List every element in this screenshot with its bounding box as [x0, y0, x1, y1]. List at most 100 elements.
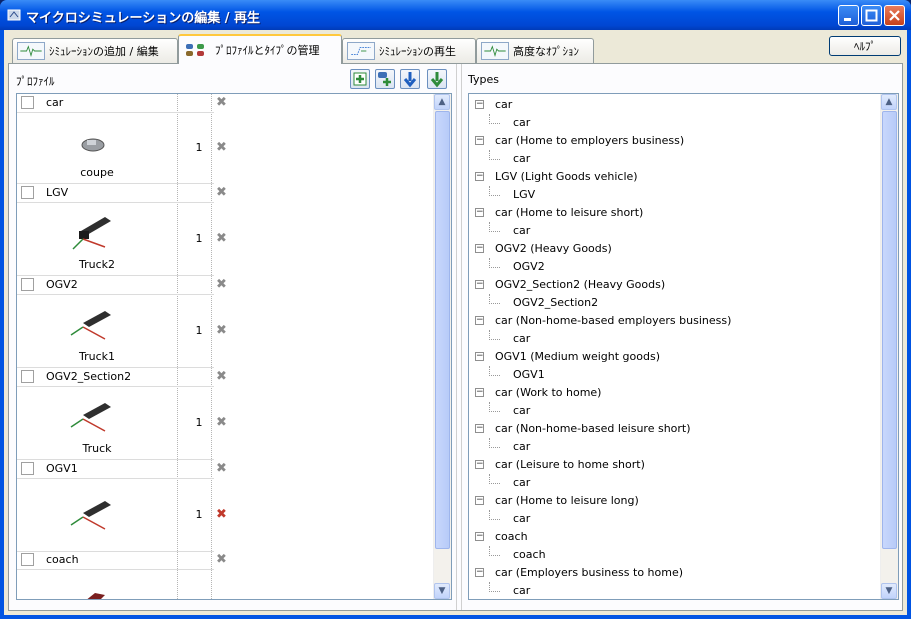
truck-icon	[72, 217, 111, 250]
collapse-icon[interactable]: −	[475, 208, 484, 217]
tab-label: ｼﾐｭﾚｰｼｮﾝの追加 / 編集	[49, 45, 159, 58]
collapse-icon[interactable]: −	[475, 532, 484, 541]
panel-splitter[interactable]	[456, 64, 462, 610]
collapse-icon[interactable]: −	[475, 244, 484, 253]
delete-icon[interactable]: ✖	[216, 141, 227, 154]
profile-checkbox[interactable]	[21, 96, 34, 109]
tree-connector	[489, 258, 500, 268]
tab-bar: ｼﾐｭﾚｰｼｮﾝの追加 / 編集 ﾌﾟﾛﾌｧｲﾙとﾀｲﾌﾟの管理 ｼﾐｭﾚｰｼｮ…	[4, 30, 907, 66]
profile-header-row[interactable]: car ✖	[17, 94, 227, 113]
tab-add-edit-simulation[interactable]: ｼﾐｭﾚｰｼｮﾝの追加 / 編集	[12, 38, 178, 63]
client-area: ｼﾐｭﾚｰｼｮﾝの追加 / 編集 ﾌﾟﾛﾌｧｲﾙとﾀｲﾌﾟの管理 ｼﾐｭﾚｰｼｮ…	[4, 30, 907, 615]
truck-icon	[70, 501, 111, 530]
scroll-down-arrow-icon[interactable]: ▼	[434, 583, 450, 599]
add-icon	[353, 72, 367, 86]
collapse-icon[interactable]: −	[475, 316, 484, 325]
add-profile-button[interactable]	[350, 69, 370, 89]
app-window: マイクロシミュレーションの編集 / 再生 ｼﾐｭﾚｰｼｮﾝの追加 / 編集 ﾌﾟ…	[0, 0, 911, 619]
close-button[interactable]	[884, 5, 905, 26]
collapse-icon[interactable]: −	[475, 136, 484, 145]
profile-checkbox[interactable]	[21, 553, 34, 566]
profile-header-row[interactable]: OGV2 ✖	[17, 276, 227, 295]
vehicle-name: Truck	[82, 442, 112, 455]
profile-header-row[interactable]: coach ✖	[17, 551, 227, 570]
profile-checkbox[interactable]	[21, 462, 34, 475]
types-title: Types	[468, 73, 499, 86]
profiles-scrollbar[interactable]: ▲ ▼	[433, 94, 451, 599]
delete-icon[interactable]: ✖	[216, 370, 227, 383]
scroll-thumb[interactable]	[882, 111, 897, 549]
tab-label: ﾌﾟﾛﾌｧｲﾙとﾀｲﾌﾟの管理	[215, 44, 320, 57]
delete-icon[interactable]: ✖	[216, 462, 227, 475]
collapse-icon[interactable]: −	[475, 460, 484, 469]
profile-checkbox[interactable]	[21, 278, 34, 291]
tree-node-label: car	[513, 404, 531, 417]
profile-vehicle-row[interactable]: Truck 1 ✖	[17, 387, 227, 460]
scroll-up-arrow-icon[interactable]: ▲	[881, 94, 897, 110]
tab-advanced-options[interactable]: 高度なｵﾌﾟｼｮﾝ	[476, 38, 594, 63]
close-icon	[889, 10, 900, 21]
profile-name: OGV2_Section2	[46, 370, 132, 383]
vehicle-name: Truck2	[78, 258, 115, 271]
delete-icon[interactable]: ✖	[216, 508, 227, 521]
delete-icon[interactable]: ✖	[216, 324, 227, 337]
profile-checkbox[interactable]	[21, 186, 34, 199]
profile-name: coach	[46, 553, 79, 566]
delete-icon[interactable]: ✖	[216, 232, 227, 245]
tree-node-label: coach	[513, 548, 546, 561]
maximize-button[interactable]	[861, 5, 882, 26]
move-down-blue-button[interactable]	[400, 69, 420, 89]
scroll-up-arrow-icon[interactable]: ▲	[434, 94, 450, 110]
types-scrollbar[interactable]: ▲ ▼	[880, 94, 898, 599]
profiles-list[interactable]: car ✖ coupe 1 ✖ LGV ✖ Truck2 1 ✖ OGV2 ✖ …	[16, 93, 452, 600]
tab-simulation-playback[interactable]: ｼﾐｭﾚｰｼｮﾝの再生	[342, 38, 476, 63]
tab-profiles-types[interactable]: ﾌﾟﾛﾌｧｲﾙとﾀｲﾌﾟの管理	[178, 34, 342, 64]
profile-vehicle-row[interactable]: 1 ✖	[17, 479, 227, 552]
tree-connector	[489, 294, 500, 304]
add-vehicle-button[interactable]	[375, 69, 395, 89]
waveform-icon	[481, 42, 509, 60]
delete-icon[interactable]: ✖	[216, 278, 227, 291]
collapse-icon[interactable]: −	[475, 280, 484, 289]
tree-node-label: car	[513, 476, 531, 489]
profile-checkbox[interactable]	[21, 370, 34, 383]
profile-vehicle-row[interactable]: Truck2 1 ✖	[17, 203, 227, 276]
title-bar[interactable]: マイクロシミュレーションの編集 / 再生	[0, 0, 911, 30]
profile-header-row[interactable]: LGV ✖	[17, 184, 227, 203]
coupe-car-icon	[81, 138, 105, 152]
scroll-thumb[interactable]	[435, 111, 450, 549]
collapse-icon[interactable]: −	[475, 172, 484, 181]
tree-node-label: LGV (Light Goods vehicle)	[495, 170, 638, 183]
tree-node-label: car	[513, 584, 531, 597]
tab-label: ｼﾐｭﾚｰｼｮﾝの再生	[379, 45, 456, 58]
collapse-icon[interactable]: −	[475, 352, 484, 361]
help-button[interactable]: ﾍﾙﾌﾟ	[829, 36, 901, 56]
collapse-icon[interactable]: −	[475, 568, 484, 577]
collapse-icon[interactable]: −	[475, 496, 484, 505]
profile-vehicle-row[interactable]: coupe 1 ✖	[17, 113, 227, 184]
profile-vehicle-row[interactable]	[17, 570, 214, 599]
move-down-green-button[interactable]	[427, 69, 447, 89]
tab-label: 高度なｵﾌﾟｼｮﾝ	[513, 45, 579, 58]
playback-icon	[347, 42, 375, 60]
profile-vehicle-row[interactable]: Truck1 1 ✖	[17, 295, 227, 368]
collapse-icon[interactable]: −	[475, 100, 484, 109]
types-tree[interactable]: − car car − car (Home to employers business)…	[468, 93, 899, 600]
waveform-icon	[17, 42, 45, 60]
collapse-icon[interactable]: −	[475, 424, 484, 433]
scroll-down-arrow-icon[interactable]: ▼	[881, 583, 897, 599]
truck-icon	[70, 311, 111, 340]
minimize-button[interactable]	[838, 5, 859, 26]
delete-icon[interactable]: ✖	[216, 186, 227, 199]
profile-header-row[interactable]: OGV1 ✖	[17, 460, 227, 479]
delete-icon[interactable]: ✖	[216, 553, 227, 566]
delete-icon[interactable]: ✖	[216, 416, 227, 429]
collapse-icon[interactable]: −	[475, 388, 484, 397]
profiles-title: ﾌﾟﾛﾌｧｲﾙ	[16, 75, 55, 88]
profile-name: OGV2	[46, 278, 78, 291]
tree-connector	[489, 546, 500, 556]
delete-icon[interactable]: ✖	[216, 96, 227, 109]
tree-node-label: OGV2_Section2	[513, 296, 599, 309]
profile-header-row[interactable]: OGV2_Section2 ✖	[17, 368, 227, 387]
tree-connector	[489, 582, 500, 592]
